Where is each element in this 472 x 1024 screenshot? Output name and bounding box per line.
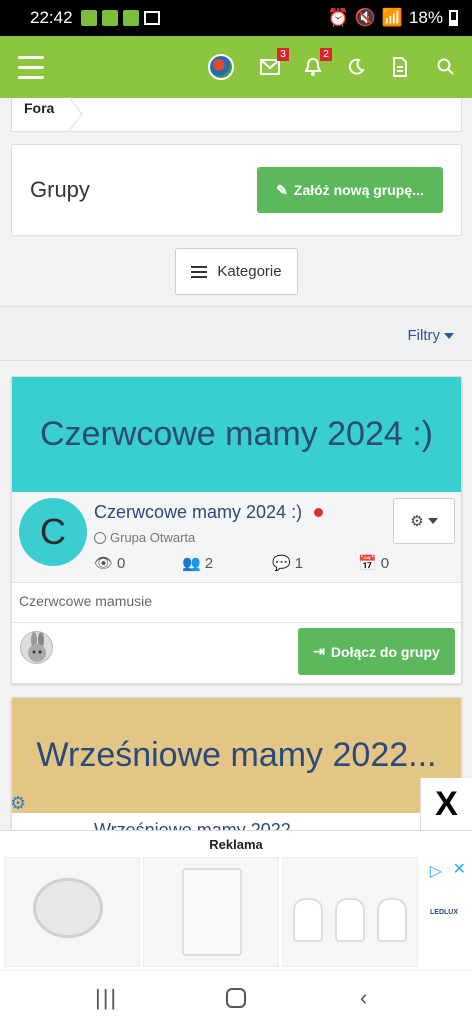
image-icon (143, 11, 160, 25)
mute-icon: 🔇 (354, 8, 376, 27)
ad-label: Reklama (209, 837, 263, 852)
eye-icon: 👁 (94, 555, 114, 572)
ad-product-image[interactable] (4, 857, 140, 967)
caret-down-icon (444, 333, 454, 340)
recents-icon[interactable]: ||| (95, 985, 118, 1011)
battery-icon (449, 10, 458, 26)
gear-icon: ⚙ (410, 513, 424, 530)
group-type-label: Grupa Otwarta (110, 530, 196, 545)
group-settings-button[interactable]: ⚙ (393, 498, 455, 544)
views-stat: 👁 0 (94, 554, 126, 573)
filters-label: Filtry (407, 327, 441, 344)
events-count: 0 (380, 554, 390, 572)
top-navbar: 3 2 (0, 36, 472, 98)
user-avatar[interactable] (208, 54, 234, 80)
clock: 22:42 (30, 8, 73, 27)
messages-icon[interactable]: 3 (257, 48, 289, 80)
ad-product-image[interactable] (282, 857, 418, 967)
globe-icon (94, 531, 106, 544)
filters-dropdown[interactable]: Filtry (407, 327, 454, 344)
categories-label: Kategorie (217, 263, 282, 280)
document-icon[interactable] (387, 54, 413, 80)
status-dot (314, 508, 323, 517)
group-info: C Czerwcowe mamy 2024 :) Grupa Otwarta 👁… (12, 492, 461, 583)
edit-icon: ✎ (276, 181, 288, 198)
breadcrumb-item-fora[interactable]: Fora (24, 100, 54, 116)
page-title: Grupy (30, 177, 90, 202)
member-avatar[interactable] (20, 631, 53, 664)
messages-badge: 3 (277, 48, 289, 61)
battery-text: 18% (408, 8, 443, 27)
adchoices-icon[interactable]: ▷ (430, 861, 442, 881)
join-group-button[interactable]: ⇥ Dołącz do grupy (298, 628, 455, 675)
calendar-icon: 📅 (358, 555, 377, 572)
group-banner[interactable]: Wrześniowe mamy 2022... (12, 698, 461, 813)
sign-in-icon: ⇥ (313, 643, 325, 659)
wifi-icon: 📶 (381, 8, 403, 27)
group-avatar[interactable]: C (19, 498, 87, 566)
group-card: Czerwcowe mamy 2024 :) C Czerwcowe mamy … (11, 376, 462, 684)
comments-count: 1 (294, 554, 304, 572)
group-footer: ⇥ Dołącz do grupy (12, 623, 461, 683)
create-group-button[interactable]: ✎ Załóż nową grupę... (257, 167, 443, 213)
group-name[interactable]: Czerwcowe mamy 2024 :) (94, 502, 302, 523)
ad-product-image[interactable] (143, 857, 279, 967)
caret-down-icon (427, 518, 438, 524)
back-icon[interactable]: ‹ (360, 985, 367, 1011)
events-stat: 📅 0 (358, 554, 390, 573)
create-group-label: Załóż nową grupę... (293, 182, 424, 198)
close-ad-button[interactable]: X (420, 778, 472, 830)
ad-close-icon[interactable]: ✕ (453, 859, 466, 879)
categories-button[interactable]: Kategorie (175, 248, 298, 295)
ad-banner[interactable]: Reklama ▷ ✕ LEDLUX (0, 830, 472, 970)
search-icon[interactable] (433, 54, 459, 80)
groups-header: Grupy ✎ Załóż nową grupę... (11, 144, 462, 236)
settings-gear-icon[interactable]: ⚙ (10, 793, 26, 814)
group-banner[interactable]: Czerwcowe mamy 2024 :) (12, 377, 461, 492)
comment-icon: 💬 (272, 555, 291, 572)
notifications-icon[interactable]: 2 (300, 48, 332, 80)
menu-icon[interactable] (18, 56, 44, 86)
join-group-label: Dołącz do grupy (330, 643, 440, 660)
members-stat: 👥 2 (182, 554, 214, 573)
notification-icon (101, 10, 118, 26)
list-icon (191, 263, 208, 281)
home-icon[interactable] (226, 988, 246, 1008)
ad-brand: LEDLUX (430, 909, 458, 916)
system-icons: ⏰ 🔇 📶 18% (327, 8, 458, 28)
views-count: 0 (117, 554, 126, 572)
users-icon: 👥 (182, 555, 201, 572)
system-navigation: ||| ‹ (0, 970, 472, 1024)
filter-bar: Filtry (0, 306, 472, 361)
breadcrumb-chevron-icon (68, 97, 83, 131)
status-bar: 22:42 ⏰ 🔇 📶 18% (0, 0, 472, 36)
group-card: Wrześniowe mamy 2022... Wrześniowe mamy … (11, 697, 462, 840)
dark-mode-icon[interactable] (343, 54, 369, 80)
comments-stat: 💬 1 (272, 554, 304, 573)
notification-icon (122, 10, 139, 26)
notifications-badge: 2 (320, 48, 332, 61)
alarm-icon: ⏰ (327, 8, 349, 27)
breadcrumb: Fora (11, 97, 462, 132)
group-type: Grupa Otwarta (94, 530, 195, 545)
group-description: Czerwcowe mamusie (12, 583, 461, 623)
members-count: 2 (204, 554, 214, 572)
notification-icon (80, 10, 97, 26)
